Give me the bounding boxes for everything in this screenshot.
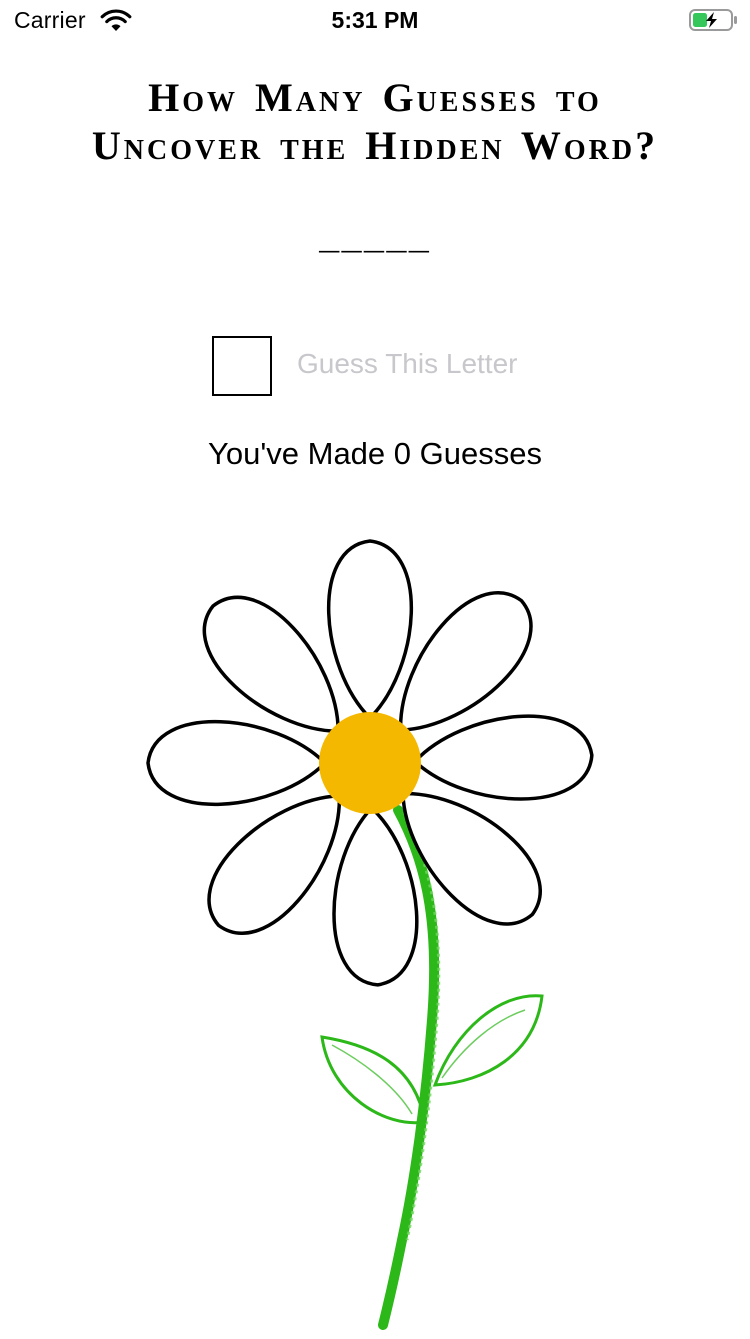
guess-letter-button[interactable]: Guess This Letter: [297, 348, 517, 380]
clock: 5:31 PM: [331, 7, 419, 33]
flower-center: [319, 712, 421, 814]
petal-top: [327, 539, 413, 720]
left-leaf-vein: [331, 1044, 413, 1115]
right-leaf: [432, 994, 544, 1087]
daisy-flower-image: [0, 500, 750, 1334]
status-bar: Carrier 5:31 PM: [0, 0, 750, 40]
battery-charging-icon: [689, 9, 739, 31]
title-line-2: Uncover the Hidden Word?: [91, 123, 659, 168]
petal-left: [146, 720, 327, 806]
title-line-1: How Many Guesses to: [148, 75, 602, 120]
guess-letter-input[interactable]: [212, 336, 272, 396]
right-leaf-vein: [441, 1009, 526, 1079]
flower-drawing: [146, 539, 594, 1330]
hidden-word-mask: _____: [318, 222, 432, 260]
guess-counter-label: You've Made 0 Guesses: [208, 436, 542, 471]
petal-right: [413, 714, 594, 801]
page-title: How Many Guesses to Uncover the Hidden W…: [0, 74, 750, 170]
